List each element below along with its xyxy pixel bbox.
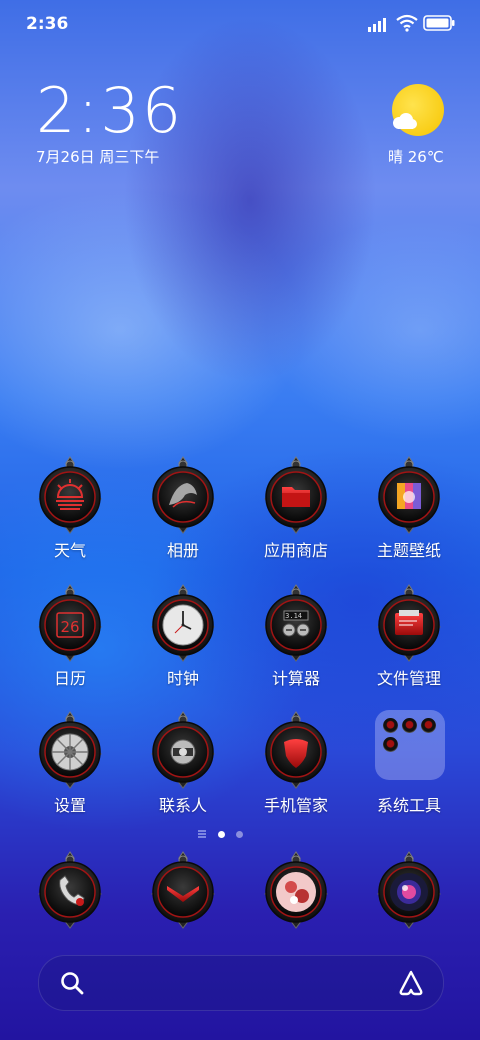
signal-icon [368,18,386,32]
dock-camera[interactable] [354,850,464,940]
status-bar: 2:36 [0,0,480,50]
app-label: 主题壁纸 [376,541,441,560]
app-label: 联系人 [158,796,207,815]
folder-mini-icon [421,718,436,733]
app-label: 日历 [53,669,86,688]
app-system-tools-folder[interactable]: 系统工具 [354,710,464,820]
app-label: 计算器 [271,669,320,688]
camera-icon [377,850,441,930]
app-security[interactable]: 手机管家 [241,710,351,820]
app-label: 手机管家 [263,796,328,815]
app-themes[interactable]: 主题壁纸 [354,455,464,565]
calendar-icon: 26 [38,583,102,663]
big-clock: 2:36 [36,74,184,147]
folder-mini-icon [383,718,398,733]
app-label: 天气 [53,541,86,560]
app-calendar[interactable]: 26 日历 [15,583,125,693]
app-settings[interactable]: 设置 [15,710,125,820]
app-label: 设置 [53,796,86,815]
page-dot[interactable] [236,831,243,838]
status-time: 2:36 [26,14,69,34]
app-calculator[interactable]: 3.14 计算器 [241,583,351,693]
folder-mini-icon [383,737,398,752]
browser-icon [264,850,328,930]
app-label: 文件管理 [376,669,441,688]
app-contacts[interactable]: 联系人 [128,710,238,820]
clock-widget[interactable]: 2:36 7月26日 周三下午 [36,80,276,170]
app-store-icon [264,455,328,535]
page-dot-active[interactable] [218,831,225,838]
dock-messages[interactable] [128,850,238,940]
dock-phone[interactable] [15,850,125,940]
dock [0,850,480,940]
system-tools-folder-icon [375,710,445,780]
security-icon [264,710,328,790]
weather-text: 晴 26℃ [388,148,444,166]
contacts-icon [151,710,215,790]
settings-icon [38,710,102,790]
cloud-icon [393,113,417,129]
calculator-icon: 3.14 [264,583,328,663]
search-icon[interactable] [59,970,85,996]
gallery-icon [151,455,215,535]
messages-icon [151,850,215,930]
app-weather[interactable]: 天气 [15,455,125,565]
app-label: 应用商店 [263,541,328,560]
date-text: 7月26日 周三下午 [36,148,160,166]
search-bar[interactable] [38,955,444,1011]
themes-icon [377,455,441,535]
battery-icon [423,15,455,31]
app-label: 系统工具 [376,796,441,815]
assistant-icon[interactable] [397,969,425,997]
clock-icon [151,583,215,663]
phone-icon [38,850,102,930]
app-store[interactable]: 应用商店 [241,455,351,565]
page-list-icon [198,830,206,838]
app-grid: 天气 相册 应用商店 主题壁纸 26 日历 时钟 3.14 计算器 文件管理 设… [0,455,480,815]
weather-icon [38,455,102,535]
weather-widget[interactable]: 晴 26℃ [370,80,450,170]
app-gallery[interactable]: 相册 [128,455,238,565]
app-label: 时钟 [166,669,199,688]
app-label: 相册 [166,541,199,560]
folder-mini-icon [402,718,417,733]
app-file-manager[interactable]: 文件管理 [354,583,464,693]
calendar-day: 26 [60,618,79,636]
app-clock[interactable]: 时钟 [128,583,238,693]
dock-browser[interactable] [241,850,351,940]
page-indicator[interactable] [198,828,258,840]
wifi-icon [396,14,418,32]
file-manager-icon [377,583,441,663]
calculator-display: 3.14 [285,612,302,620]
